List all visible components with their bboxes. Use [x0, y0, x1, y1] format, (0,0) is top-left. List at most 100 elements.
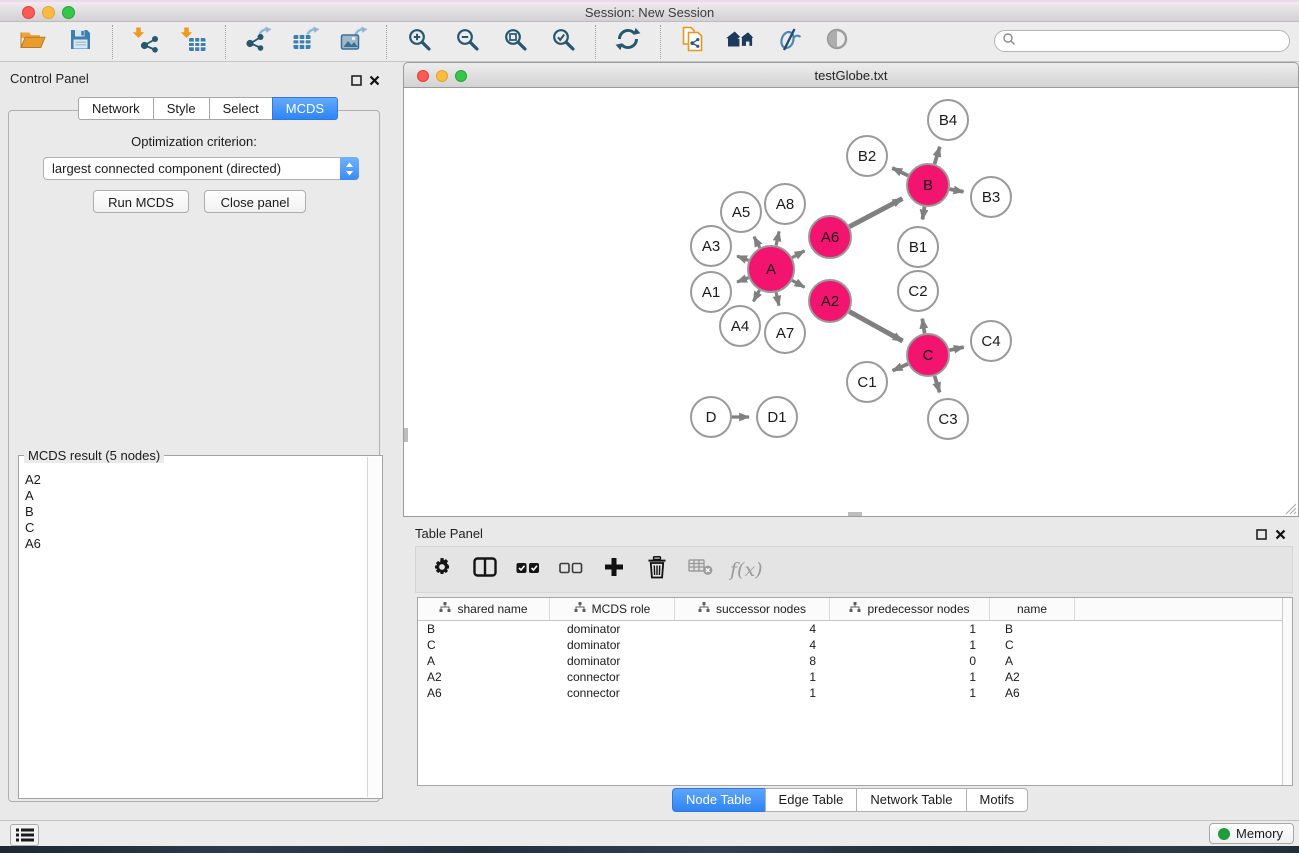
edge-C-C3[interactable] — [935, 376, 940, 392]
edge-A2-C[interactable] — [849, 312, 902, 341]
close-panel-action-button[interactable]: Close panel — [204, 190, 306, 213]
node-A5[interactable]: A5 — [721, 192, 761, 232]
node-A3[interactable]: A3 — [691, 226, 731, 266]
network-window-titlebar[interactable]: testGlobe.txt — [403, 62, 1299, 88]
node-A[interactable]: A — [748, 246, 794, 292]
node-C[interactable]: C — [907, 334, 949, 376]
table-cell[interactable]: 0 — [830, 654, 990, 668]
mcds-result-item[interactable]: C — [25, 520, 367, 536]
table-cell[interactable]: A2 — [418, 670, 550, 684]
deselect-all-button[interactable] — [558, 555, 584, 585]
edge-B-B1[interactable] — [923, 207, 925, 220]
edge-A-A7[interactable] — [776, 292, 779, 305]
node-A7[interactable]: A7 — [765, 313, 805, 353]
table-row[interactable]: Bdominator41B — [418, 621, 1292, 637]
table-close-panel-button[interactable] — [1273, 527, 1287, 541]
import-network-button[interactable] — [130, 27, 160, 57]
refresh-button[interactable] — [613, 27, 643, 57]
table-cell[interactable]: A6 — [418, 686, 550, 700]
mcds-result-item[interactable]: A6 — [25, 536, 367, 552]
table-cell[interactable]: connector — [550, 670, 675, 684]
tab-motifs[interactable]: Motifs — [966, 788, 1029, 812]
table-cell[interactable]: A — [990, 654, 1075, 668]
export-image-button[interactable] — [339, 27, 369, 57]
table-cell[interactable]: dominator — [550, 622, 675, 636]
tab-select[interactable]: Select — [209, 97, 273, 120]
add-column-button[interactable] — [601, 555, 627, 585]
open-file-button[interactable] — [17, 27, 47, 57]
mcds-result-list[interactable]: A2ABCA6 — [20, 466, 367, 797]
table-cell[interactable]: 4 — [675, 638, 830, 652]
edge-A-A2[interactable] — [792, 280, 804, 287]
table-cell[interactable]: 1 — [830, 670, 990, 684]
zoom-out-button[interactable] — [452, 27, 482, 57]
node-D1[interactable]: D1 — [757, 397, 797, 437]
edge-B-B2[interactable] — [892, 168, 908, 176]
canvas-scroll-marker-vertical[interactable] — [404, 428, 408, 442]
float-panel-button[interactable] — [349, 73, 363, 87]
resize-grip-icon[interactable] — [1284, 502, 1297, 515]
mcds-result-item[interactable]: A2 — [25, 472, 367, 488]
table-cell[interactable]: 1 — [830, 638, 990, 652]
task-history-button[interactable] — [10, 824, 39, 846]
search-field[interactable] — [994, 30, 1290, 52]
mcds-list-scrollbar[interactable] — [367, 457, 381, 797]
tab-network[interactable]: Network — [78, 97, 154, 120]
column-header-mcds-role[interactable]: MCDS role — [550, 598, 675, 620]
columns-button[interactable] — [472, 555, 498, 585]
table-cell[interactable]: 1 — [675, 686, 830, 700]
search-input[interactable] — [1016, 32, 1289, 50]
table-row[interactable]: A2connector11A2 — [418, 669, 1292, 685]
table-cell[interactable]: dominator — [550, 638, 675, 652]
mcds-result-item[interactable]: A — [25, 488, 367, 504]
optimization-criterion-select[interactable]: largest connected component (directed) — [43, 157, 359, 180]
table-row[interactable]: Adominator80A — [418, 653, 1292, 669]
tab-mcds[interactable]: MCDS — [272, 97, 338, 120]
table-cell[interactable]: B — [990, 622, 1075, 636]
table-cell[interactable]: connector — [550, 686, 675, 700]
memory-button[interactable]: Memory — [1209, 823, 1294, 844]
select-all-button[interactable] — [515, 555, 541, 585]
column-header-name[interactable]: name — [990, 598, 1075, 620]
run-mcds-button[interactable]: Run MCDS — [93, 190, 189, 213]
edge-B-B3[interactable] — [950, 189, 964, 192]
canvas-scroll-marker-horizontal[interactable] — [848, 512, 862, 516]
tab-edge-table[interactable]: Edge Table — [765, 788, 858, 812]
edge-A-A8[interactable] — [776, 231, 779, 245]
table-cell[interactable]: B — [418, 622, 550, 636]
node-B2[interactable]: B2 — [847, 136, 887, 176]
table-cell[interactable]: dominator — [550, 654, 675, 668]
table-row[interactable]: A6connector11A6 — [418, 685, 1292, 701]
zoom-in-button[interactable] — [404, 27, 434, 57]
table-float-panel-button[interactable] — [1254, 527, 1268, 541]
node-A6[interactable]: A6 — [809, 216, 851, 258]
open-network-file-button[interactable] — [678, 27, 708, 57]
edge-B-B4[interactable] — [935, 147, 940, 164]
table-cell[interactable]: A — [418, 654, 550, 668]
delete-column-button[interactable] — [644, 555, 670, 585]
import-table-button[interactable] — [178, 27, 208, 57]
edge-A-A1[interactable] — [737, 278, 749, 282]
node-B4[interactable]: B4 — [928, 100, 968, 140]
tab-style[interactable]: Style — [153, 97, 210, 120]
node-D[interactable]: D — [691, 397, 731, 437]
node-C2[interactable]: C2 — [898, 271, 938, 311]
style-details-button[interactable] — [774, 27, 804, 57]
node-B3[interactable]: B3 — [971, 177, 1011, 217]
table-scrollbar[interactable] — [1282, 598, 1292, 785]
edge-A6-B[interactable] — [849, 199, 902, 227]
close-panel-button[interactable] — [367, 73, 381, 87]
column-header-successor-nodes[interactable]: successor nodes — [675, 598, 830, 620]
node-A4[interactable]: A4 — [720, 306, 760, 346]
table-cell[interactable]: 8 — [675, 654, 830, 668]
node-C4[interactable]: C4 — [971, 321, 1011, 361]
node-C1[interactable]: C1 — [847, 362, 887, 402]
export-table-button[interactable] — [291, 27, 321, 57]
edge-C-C1[interactable] — [893, 364, 908, 371]
table-cell[interactable]: C — [990, 638, 1075, 652]
column-header-predecessor-nodes[interactable]: predecessor nodes — [830, 598, 990, 620]
tab-network-table[interactable]: Network Table — [856, 788, 966, 812]
table-cell[interactable]: A2 — [990, 670, 1075, 684]
edge-C-C4[interactable] — [950, 347, 964, 350]
network-graph[interactable]: AA1A2A3A4A5A6A7A8BB1B2B3B4CC1C2C3C4DD1 — [404, 88, 1297, 515]
